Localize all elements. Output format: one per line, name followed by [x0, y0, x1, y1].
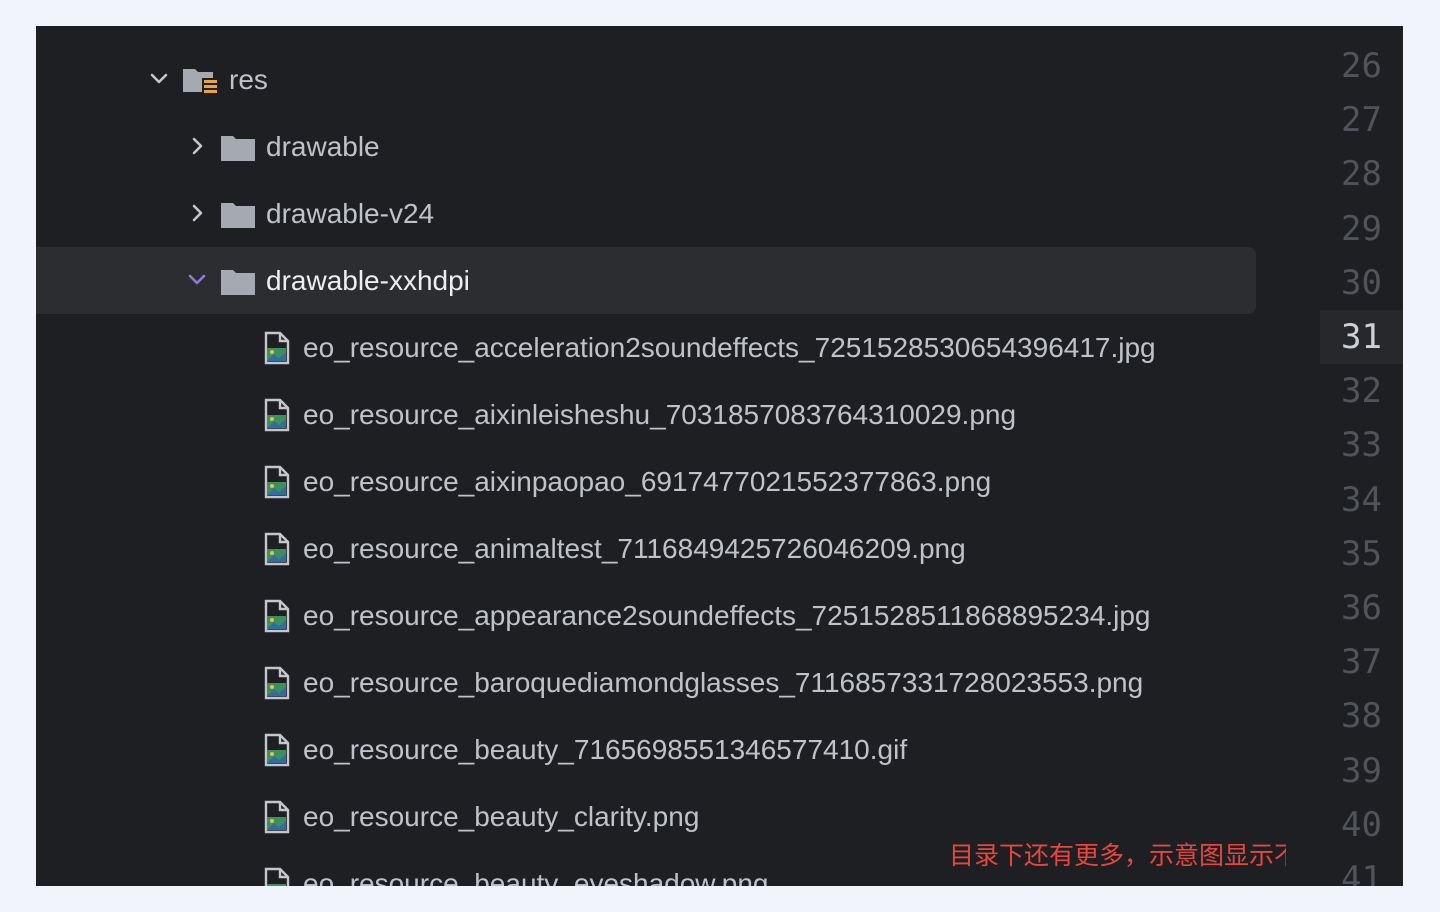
- tree-item-label: drawable: [266, 131, 380, 162]
- line-number: 36: [1341, 588, 1382, 628]
- image-file-icon: [260, 532, 296, 566]
- line-number: 33: [1341, 425, 1382, 466]
- image-file-icon: [260, 733, 296, 767]
- image-file-icon: [260, 599, 296, 633]
- tree-item-label: drawable-xxhdpi: [266, 265, 470, 296]
- line-number: 41: [1341, 859, 1382, 886]
- chevron-down-icon[interactable]: [186, 269, 208, 291]
- tree-item-label: res: [229, 64, 268, 95]
- tree-file-row[interactable]: eo_resource_baroquediamondglasses_711685…: [36, 649, 1256, 716]
- tree-file-row[interactable]: eo_resource_animaltest_71168494257260462…: [36, 515, 1256, 582]
- tree-folder-row[interactable]: drawable: [36, 113, 1256, 180]
- line-number: 37: [1341, 642, 1382, 683]
- tree-item-label: eo_resource_beauty_clarity.png: [303, 801, 700, 832]
- tree-folder-row[interactable]: drawable-xxhdpi: [36, 247, 1256, 314]
- image-file-icon: [260, 666, 296, 700]
- tree-item-label: eo_resource_acceleration2soundeffects_72…: [303, 332, 1156, 363]
- tree-folder-row[interactable]: res: [36, 46, 1256, 113]
- line-number: 34: [1341, 479, 1382, 520]
- tree-item-label: eo_resource_appearance2soundeffects_7251…: [303, 600, 1151, 631]
- folder-icon: [220, 130, 256, 164]
- tree-file-row[interactable]: eo_resource_aixinleisheshu_7031857083764…: [36, 381, 1256, 448]
- image-file-icon: [260, 398, 296, 432]
- line-number: 35: [1341, 533, 1382, 574]
- tree-item-label: eo_resource_animaltest_71168494257260462…: [303, 533, 966, 564]
- line-number: 27: [1341, 100, 1382, 141]
- tree-item-label: eo_resource_aixinpaopao_6917477021552377…: [303, 466, 992, 497]
- chevron-down-icon[interactable]: [148, 68, 170, 90]
- project-tree: res drawable drawable-v24 drawable-xxhdpi e…: [36, 26, 1324, 886]
- folder-icon: [220, 264, 256, 298]
- tree-file-row[interactable]: eo_resource_aixinpaopao_6917477021552377…: [36, 448, 1256, 515]
- chevron-right-icon[interactable]: [186, 135, 208, 157]
- tree-item-label: drawable-v24: [266, 198, 435, 229]
- annotation-note: 目录下还有更多，示意图显示不全: [949, 841, 1325, 870]
- line-number: 31: [1320, 310, 1403, 364]
- line-number: 40: [1341, 804, 1382, 845]
- gutter-divider: [1286, 26, 1321, 886]
- partially-visible-row: [266, 26, 446, 32]
- image-file-icon: [260, 331, 296, 365]
- line-number-gutter: 26 27 28 29 30 31 32 33 34 35 36 37 38 39 40 41: [1320, 26, 1403, 886]
- ide-window: res drawable drawable-v24 drawable-xxhdpi e…: [36, 26, 1403, 886]
- tree-item-label: eo_resource_aixinleisheshu_7031857083764…: [303, 399, 1017, 430]
- tree-file-row[interactable]: eo_resource_acceleration2soundeffects_72…: [36, 314, 1256, 381]
- tree-file-row[interactable]: eo_resource_beauty_7165698551346577410.g…: [36, 716, 1256, 783]
- folder-icon: [220, 197, 256, 231]
- image-file-icon: [260, 800, 296, 834]
- line-number: 32: [1341, 371, 1382, 412]
- tree-item-label: eo_resource_beauty_eyeshadow.png: [303, 868, 769, 886]
- line-number: 28: [1341, 154, 1382, 195]
- tree-item-label: eo_resource_beauty_7165698551346577410.g…: [303, 734, 908, 765]
- line-number: 26: [1341, 46, 1382, 86]
- line-number: 38: [1341, 696, 1382, 737]
- resource-folder-icon: [182, 63, 218, 97]
- tree-file-row[interactable]: eo_resource_appearance2soundeffects_7251…: [36, 582, 1256, 649]
- image-file-icon: [260, 867, 296, 886]
- tree-folder-row[interactable]: drawable-v24: [36, 180, 1256, 247]
- tree-item-label: eo_resource_baroquediamondglasses_711685…: [303, 667, 1144, 698]
- image-file-icon: [260, 465, 296, 499]
- chevron-right-icon[interactable]: [186, 202, 208, 224]
- line-number: 30: [1341, 262, 1382, 303]
- line-number: 39: [1341, 750, 1382, 791]
- line-number: 29: [1341, 208, 1382, 249]
